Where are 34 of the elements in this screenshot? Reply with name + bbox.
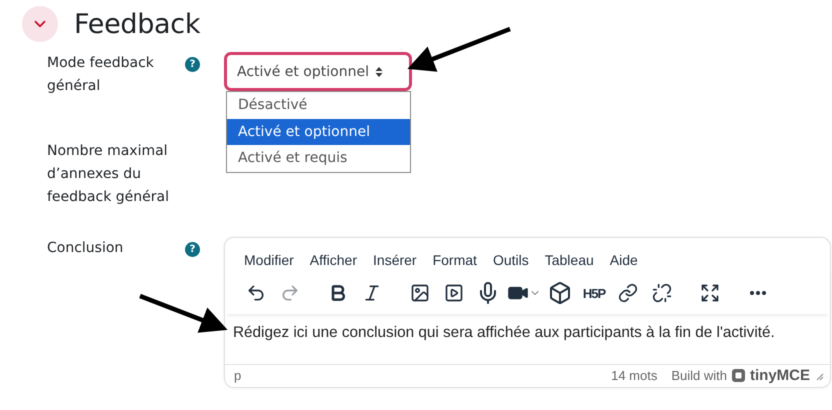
redo-icon — [280, 283, 300, 303]
image-icon — [410, 283, 430, 303]
field-label: Nombre maximal d’annexes du feedback général — [47, 142, 170, 207]
block-icon — [548, 281, 572, 305]
menu-item[interactable]: Tableau — [536, 250, 602, 270]
element-path[interactable]: p — [234, 368, 242, 383]
dropdown-option[interactable]: Activé et optionnel — [227, 118, 410, 145]
sort-caret-icon — [374, 66, 383, 78]
resize-handle-icon[interactable] — [814, 370, 824, 380]
unlink-icon — [652, 283, 672, 303]
play-icon — [444, 283, 464, 303]
editor-content[interactable]: Rédigez ici une conclusion qui sera affichée aux participants à la fin de l'activité. — [225, 314, 830, 365]
menu-item[interactable]: Insérer — [365, 250, 425, 270]
field-label: Conclusion — [47, 239, 124, 258]
link-icon — [618, 283, 638, 303]
select-field[interactable]: Activé et optionnel — [224, 52, 412, 91]
menu-item[interactable]: Aide — [602, 250, 646, 270]
undo-icon — [246, 283, 266, 303]
help-icon[interactable]: ? — [185, 57, 200, 72]
fullscreen-icon — [700, 283, 720, 303]
h5p-button[interactable]: H5P — [577, 278, 611, 308]
word-count[interactable]: 14 mots — [611, 368, 658, 383]
collapse-toggle[interactable] — [22, 6, 58, 42]
logo-icon — [731, 368, 746, 383]
brand-name[interactable]: tinyMCE — [750, 367, 810, 384]
more-icon — [750, 291, 766, 295]
menu-item[interactable]: Modifier — [236, 250, 302, 270]
help-icon[interactable]: ? — [185, 242, 200, 257]
field-label: Mode feedback général — [47, 54, 155, 96]
menu-item[interactable]: Format — [424, 250, 485, 270]
branding-text: Build with — [671, 368, 727, 383]
menu-item[interactable]: Outils — [484, 250, 537, 270]
menu-item[interactable]: Afficher — [302, 250, 366, 270]
section-title: Feedback — [74, 8, 200, 40]
